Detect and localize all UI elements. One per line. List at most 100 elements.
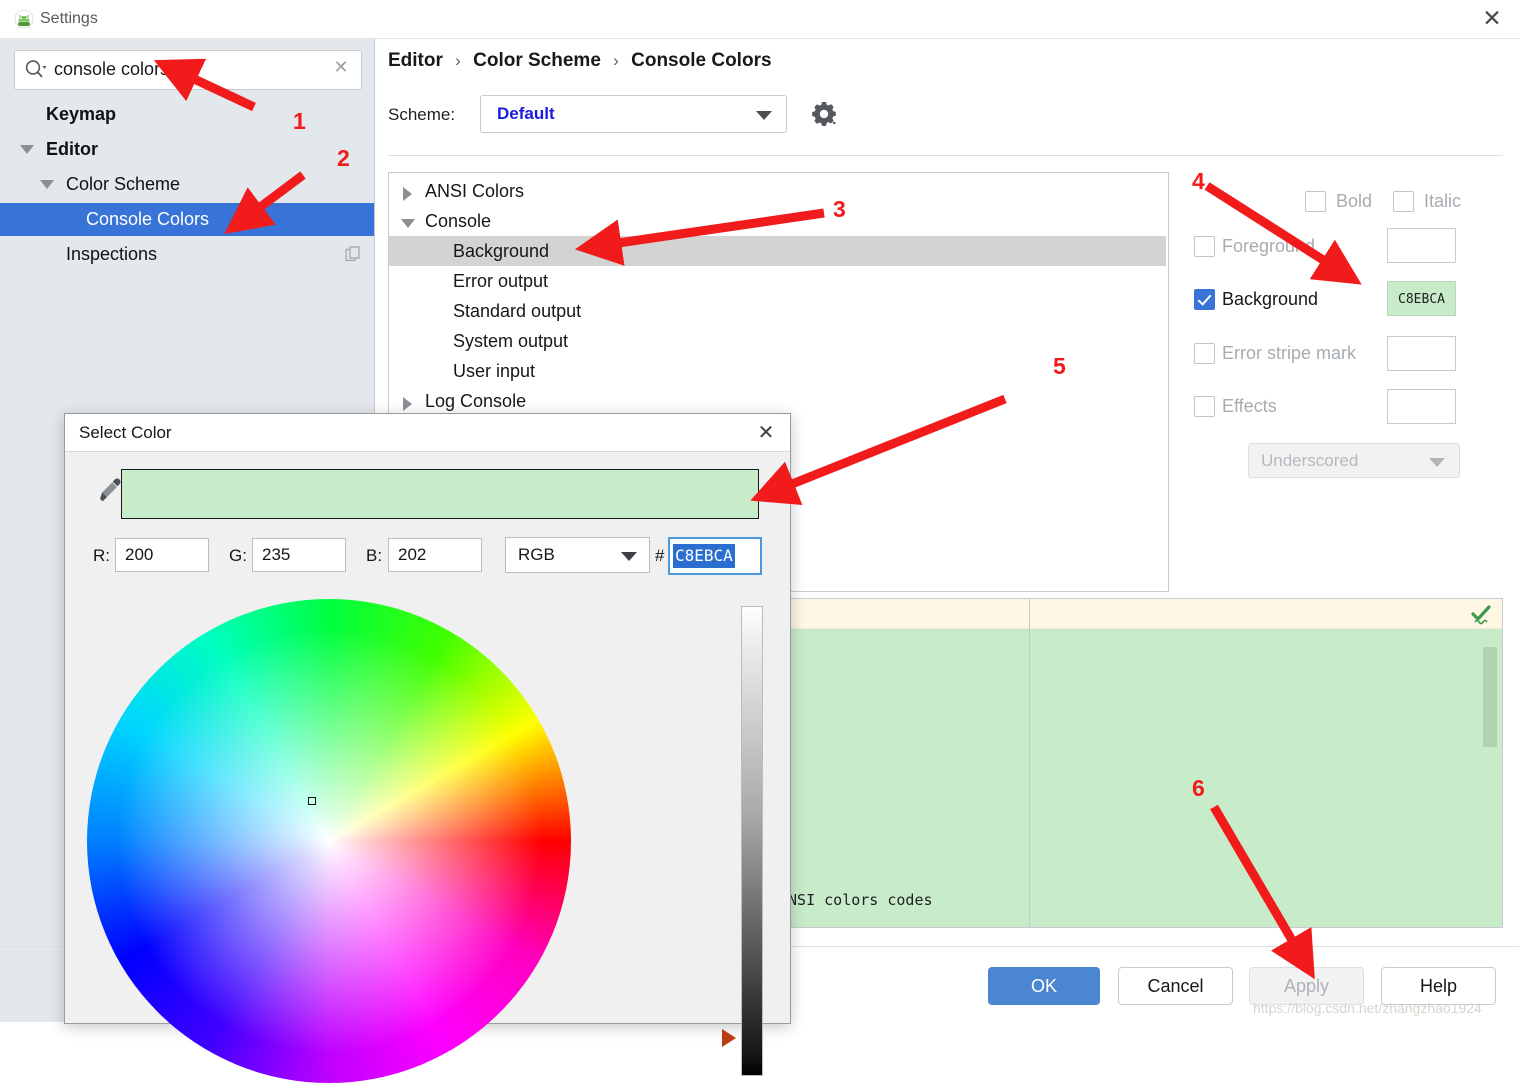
r-input[interactable]: 200 <box>115 538 209 572</box>
preview-text: ANSI colors codes <box>779 891 933 909</box>
background-color-value: C8EBCA <box>1398 292 1445 307</box>
cancel-button[interactable]: Cancel <box>1118 967 1233 1005</box>
hex-input[interactable]: C8EBCA <box>668 537 762 575</box>
sidebar-item-inspections[interactable]: Inspections <box>0 237 374 272</box>
effect-type-dropdown[interactable]: Underscored <box>1248 443 1460 478</box>
g-value: 235 <box>262 545 291 564</box>
g-input[interactable]: 235 <box>252 538 346 572</box>
dialog-title-bar: Select Color ✕ <box>65 414 790 452</box>
tree-row-label: Console <box>425 211 492 231</box>
preview-gutter-divider <box>1029 599 1030 927</box>
gear-icon[interactable] <box>810 100 838 128</box>
bold-checkbox[interactable] <box>1305 191 1326 212</box>
annotation-marker-5: 5 <box>1053 353 1066 379</box>
color-wheel-cursor[interactable] <box>308 797 316 805</box>
annotation-marker-4: 4 <box>1192 168 1205 194</box>
tree-row[interactable]: System output <box>389 326 1166 356</box>
annotation-marker-3: 3 <box>833 196 846 222</box>
chevron-down-icon[interactable] <box>401 219 415 228</box>
scheme-label: Scheme: <box>388 105 456 124</box>
background-label: Background <box>1222 289 1319 309</box>
annotation-marker-2: 2 <box>337 145 350 171</box>
annotation-marker-6: 6 <box>1192 775 1205 801</box>
content-divider <box>388 155 1503 156</box>
sidebar-item-keymap[interactable]: Keymap <box>0 97 374 132</box>
search-icon[interactable] <box>24 58 48 80</box>
background-color-swatch[interactable]: C8EBCA <box>1387 281 1456 316</box>
breadcrumb: Editor › Color Scheme › Console Colors <box>388 48 772 74</box>
chevron-down-icon <box>621 552 637 561</box>
b-value: 202 <box>398 545 427 564</box>
italic-checkbox[interactable] <box>1393 191 1414 212</box>
tree-row[interactable]: User input <box>389 356 1166 386</box>
preview-scrollbar[interactable] <box>1483 647 1497 747</box>
sidebar-item-label: Keymap <box>46 104 117 124</box>
close-icon[interactable]: ✕ <box>1479 6 1505 32</box>
search-value: console colors <box>54 59 170 79</box>
italic-label: Italic <box>1424 191 1462 211</box>
ok-button[interactable]: OK <box>988 967 1100 1005</box>
effects-checkbox[interactable] <box>1194 396 1215 417</box>
r-label: R: <box>93 546 110 565</box>
scheme-dropdown[interactable]: Default <box>480 95 787 133</box>
scheme-selected-value: Default <box>497 104 555 123</box>
window-title-bar: Settings ✕ <box>0 0 1519 39</box>
select-color-dialog[interactable]: Select Color ✕ R: 200 G: 235 B: 202 RGB … <box>64 413 791 1083</box>
tree-row-label: Background <box>453 241 550 261</box>
chevron-down-icon[interactable] <box>40 180 54 189</box>
close-icon[interactable]: ✕ <box>754 420 778 444</box>
breadcrumb-item-editor[interactable]: Editor <box>388 50 443 71</box>
window-title: Settings <box>40 10 98 27</box>
sidebar-item-label: Inspections <box>66 244 158 264</box>
sidebar-item-label: Editor <box>46 139 98 159</box>
chevron-right-icon[interactable] <box>403 187 412 201</box>
copy-icon[interactable] <box>345 246 362 263</box>
effect-type-value: Underscored <box>1261 451 1359 470</box>
clear-search-icon[interactable]: ✕ <box>330 57 352 79</box>
tree-row[interactable]: Console <box>389 206 1166 236</box>
brightness-slider[interactable] <box>741 606 763 1076</box>
tree-row-label: User input <box>453 361 536 381</box>
dialog-title: Select Color <box>79 423 172 442</box>
foreground-color-swatch[interactable] <box>1387 228 1456 263</box>
tree-row-label: ANSI Colors <box>425 181 525 201</box>
sidebar-item-editor[interactable]: Editor <box>0 132 374 167</box>
sidebar-item-label: Color Scheme <box>66 174 181 194</box>
sidebar-item-label: Console Colors <box>86 209 210 229</box>
breadcrumb-separator: › <box>455 51 461 70</box>
r-value: 200 <box>125 545 154 564</box>
annotation-marker-1: 1 <box>293 108 306 134</box>
effects-color-swatch[interactable] <box>1387 389 1456 424</box>
tree-row[interactable]: Standard output <box>389 296 1166 326</box>
chevron-right-icon[interactable] <box>403 397 412 411</box>
foreground-checkbox[interactable] <box>1194 236 1215 257</box>
current-color-preview <box>121 469 759 519</box>
tree-row-label: System output <box>453 331 569 351</box>
breadcrumb-item-color-scheme[interactable]: Color Scheme <box>473 50 601 71</box>
b-label: B: <box>366 546 383 565</box>
color-wheel[interactable] <box>87 599 571 1083</box>
error-stripe-mark-label: Error stripe mark <box>1222 343 1357 363</box>
tree-row-label: Log Console <box>425 391 527 411</box>
error-stripe-mark-checkbox[interactable] <box>1194 343 1215 364</box>
chevron-down-icon <box>1429 458 1445 467</box>
tree-row-label: Error output <box>453 271 549 291</box>
watermark: https://blog.csdn.net/zhangzhao1924 <box>1253 1000 1482 1016</box>
b-input[interactable]: 202 <box>388 538 482 572</box>
sidebar-item-color-scheme[interactable]: Color Scheme <box>0 167 374 202</box>
bold-label: Bold <box>1336 191 1373 211</box>
chevron-down-icon[interactable] <box>20 145 34 154</box>
green-check-icon <box>1470 603 1492 625</box>
background-checkbox[interactable] <box>1194 289 1215 310</box>
error-stripe-color-swatch[interactable] <box>1387 336 1456 371</box>
color-model-dropdown[interactable]: RGB <box>505 537 650 573</box>
sidebar-item-console-colors[interactable]: Console Colors <box>0 203 374 236</box>
effects-label: Effects <box>1222 396 1277 416</box>
brightness-slider-thumb[interactable] <box>722 1029 736 1047</box>
tree-row[interactable]: ANSI Colors <box>389 176 1166 206</box>
tree-row[interactable]: Error output <box>389 266 1166 296</box>
tree-row-selected[interactable]: Background <box>389 236 1166 266</box>
breadcrumb-separator: › <box>613 51 619 70</box>
tree-row[interactable]: Log Console <box>389 386 1166 416</box>
tree-row-label: Standard output <box>453 301 582 321</box>
